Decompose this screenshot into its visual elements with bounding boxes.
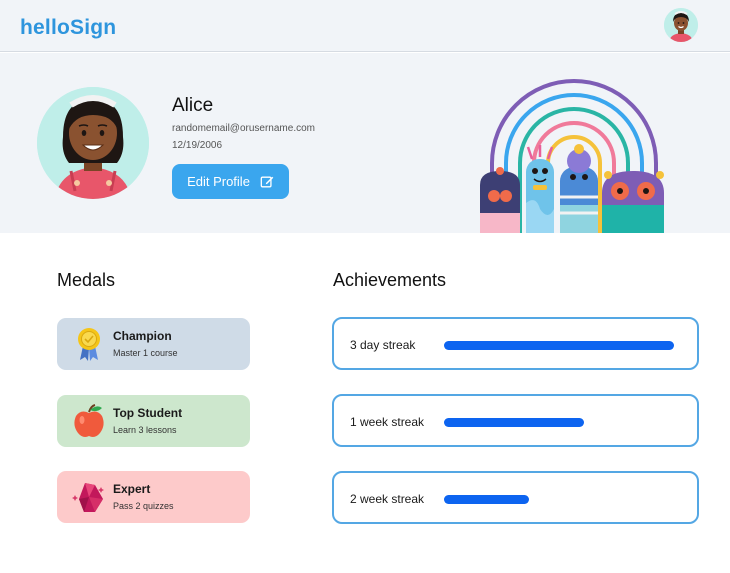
achievement-card[interactable]: 1 week streak [332, 394, 699, 447]
user-avatar-button[interactable] [664, 8, 698, 42]
edit-profile-button[interactable]: Edit Profile [172, 164, 289, 199]
achievements-heading: Achievements [333, 270, 447, 290]
medal-description: Master 1 course [113, 348, 178, 358]
achievement-label: 1 week streak [350, 415, 425, 429]
edit-icon [260, 176, 274, 187]
medal-title: Expert [113, 482, 151, 496]
profile-banner: Alice randomemail@orusername.com 12/19/2… [0, 53, 730, 233]
medals-heading: Medals [57, 270, 116, 290]
medal-card-expert[interactable]: Expert Pass 2 quizzes [57, 471, 250, 523]
avatar-icon [664, 8, 698, 42]
ribbon-medal-icon [78, 328, 100, 361]
avatar-illustration-icon [37, 87, 149, 199]
achievement-progress-track [444, 341, 674, 350]
achievement-progress-bar [444, 341, 674, 350]
profile-email: randomemail@orusername.com [172, 123, 315, 134]
profile-birthdate: 12/19/2006 [172, 140, 223, 151]
apple-icon [74, 404, 104, 437]
profile-avatar [37, 87, 149, 199]
medal-title: Champion [113, 329, 172, 343]
medal-card-top-student[interactable]: Top Student Learn 3 lessons [57, 395, 250, 447]
medal-description: Pass 2 quizzes [113, 501, 174, 511]
achievement-card[interactable]: 2 week streak [332, 471, 699, 524]
achievement-progress-track [444, 495, 674, 504]
achievement-progress-bar [444, 418, 585, 427]
top-bar: helloSign [0, 0, 730, 52]
achievement-label: 2 week streak [350, 492, 425, 506]
medal-description: Learn 3 lessons [113, 425, 177, 435]
achievement-label: 3 day streak [350, 338, 416, 352]
app-logo[interactable]: helloSign [20, 16, 116, 40]
profile-name: Alice [172, 95, 214, 116]
gem-icon [72, 483, 104, 512]
rainbow-monsters-illustration [480, 79, 664, 233]
achievement-progress-bar [444, 495, 530, 504]
edit-profile-label: Edit Profile [187, 174, 250, 189]
achievement-progress-track [444, 418, 674, 427]
achievement-card[interactable]: 3 day streak [332, 317, 699, 370]
medal-card-champion[interactable]: Champion Master 1 course [57, 318, 250, 370]
medal-title: Top Student [113, 406, 183, 420]
